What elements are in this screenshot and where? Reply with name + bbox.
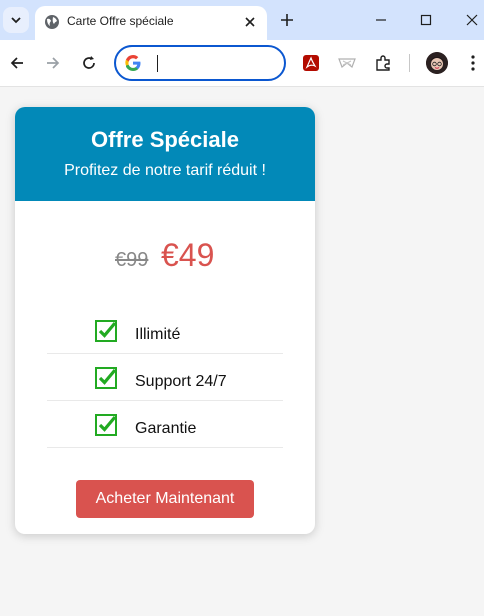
puzzle-icon	[376, 55, 390, 71]
minimize-button[interactable]	[371, 10, 391, 30]
feature-item: Support 24/7	[47, 354, 283, 401]
new-tab-button[interactable]	[278, 11, 296, 29]
reload-icon	[83, 56, 95, 69]
forward-button[interactable]	[44, 54, 62, 72]
offer-card: Offre Spéciale Profitez de notre tarif r…	[15, 107, 315, 534]
close-tab-button[interactable]	[241, 13, 259, 31]
close-window-button[interactable]	[462, 10, 482, 30]
glasses-icon	[338, 58, 356, 68]
tab-title: Carte Offre spéciale	[67, 14, 174, 28]
card-title: Offre Spéciale	[91, 127, 239, 152]
avatar-icon	[426, 52, 448, 74]
feature-label: Illimité	[135, 326, 181, 343]
globe-icon	[45, 15, 59, 29]
buy-now-button[interactable]: Acheter Maintenant	[76, 480, 254, 518]
maximize-button[interactable]	[416, 10, 436, 30]
address-input[interactable]	[152, 53, 272, 73]
chevron-down-icon	[11, 17, 21, 24]
card-header: Offre Spéciale Profitez de notre tarif r…	[15, 107, 315, 201]
google-icon	[125, 55, 141, 71]
browser-tab[interactable]: Carte Offre spéciale	[35, 6, 267, 40]
card-subtitle: Profitez de notre tarif réduit !	[64, 162, 266, 179]
minimize-icon	[376, 19, 386, 21]
pdf-extension-button[interactable]	[302, 54, 320, 72]
more-vertical-icon	[471, 55, 475, 71]
new-price: €49	[161, 237, 215, 273]
feature-label: Support 24/7	[135, 373, 227, 390]
reload-button[interactable]	[80, 54, 98, 72]
browser-menu-button[interactable]	[464, 54, 482, 72]
extensions-menu-button[interactable]	[374, 54, 392, 72]
address-bar[interactable]	[114, 45, 286, 81]
profile-avatar[interactable]	[426, 52, 448, 74]
tab-search-button[interactable]	[3, 7, 29, 33]
arrow-right-icon	[47, 57, 60, 69]
close-icon	[466, 14, 478, 26]
browser-toolbar	[0, 40, 484, 87]
back-button[interactable]	[8, 54, 26, 72]
close-icon	[245, 17, 255, 27]
toolbar-divider	[409, 54, 410, 72]
checkbox-checked-icon	[95, 320, 117, 342]
arrow-left-icon	[10, 57, 23, 69]
old-price: €99	[115, 249, 149, 271]
pdf-icon	[303, 55, 319, 71]
checkbox-checked-icon	[95, 367, 117, 389]
plus-icon	[281, 14, 293, 26]
checkbox-checked-icon	[95, 414, 117, 436]
feature-item: Garantie	[47, 401, 283, 448]
extension-button[interactable]	[338, 54, 356, 72]
tab-strip: Carte Offre spéciale	[0, 0, 484, 40]
feature-label: Garantie	[135, 420, 197, 437]
maximize-icon	[420, 14, 432, 26]
feature-item: Illimité	[47, 307, 283, 354]
